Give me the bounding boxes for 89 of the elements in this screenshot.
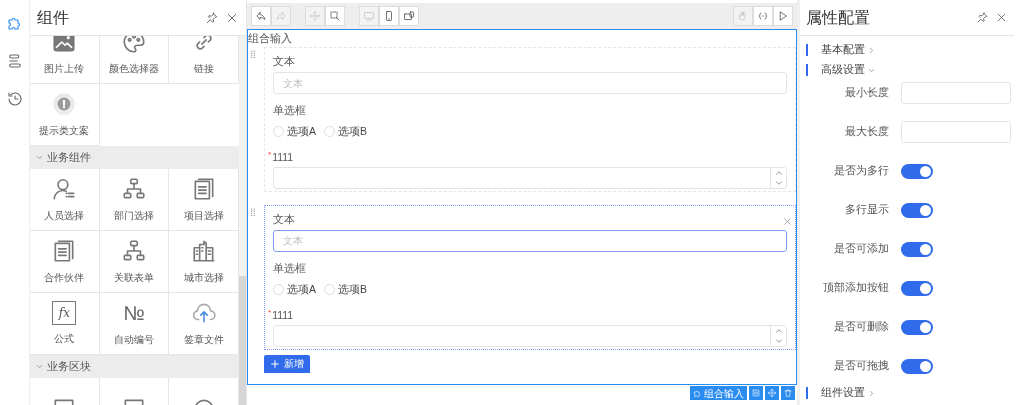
exclamation-icon (51, 91, 78, 117)
toggle-switch[interactable] (901, 358, 933, 374)
text-input[interactable]: 文本 (273, 229, 787, 252)
field-label: 文本 (273, 54, 296, 69)
toolbar-button[interactable] (399, 6, 419, 26)
section-header[interactable]: 业务区块 (30, 355, 239, 378)
component-title: 组合输入 (248, 31, 293, 46)
component-tile[interactable]: 城市选择 (169, 231, 239, 293)
component-tile[interactable]: 项目选择 (169, 169, 239, 231)
repeat-group[interactable]: 文本 文本 单选框 选项A 选项B *1111 (264, 204, 796, 350)
section-header[interactable]: 基本配置 (800, 40, 1024, 60)
panel-title: 属性配置 (806, 7, 870, 28)
toggle-switch[interactable] (901, 280, 933, 296)
person-icon (51, 176, 78, 202)
toolbar-button[interactable] (325, 6, 345, 26)
component-tile[interactable]: 链接 (169, 36, 239, 84)
property-label: 是否可删除 (833, 319, 889, 335)
close-icon (995, 11, 1008, 24)
phone-icon (383, 10, 395, 22)
property-label: 最小长度 (844, 85, 889, 101)
component-tile[interactable]: 合作伙伴 (30, 231, 100, 293)
repeat-group[interactable]: 文本 文本 单选框 选项A 选项B *1111 (264, 47, 796, 192)
close-icon (782, 215, 793, 227)
required-mark: * (268, 149, 272, 160)
toggle-switch[interactable] (901, 241, 933, 257)
tag-action-button[interactable] (765, 386, 779, 400)
property-label: 多行显示 (844, 202, 889, 218)
form-icon (751, 388, 761, 398)
property-label: 是否可添加 (833, 241, 889, 257)
field-label: 单选框 (273, 260, 307, 276)
hand-icon (737, 10, 749, 22)
component-tile[interactable]: 关联表单 (99, 231, 170, 293)
buildings-icon (190, 238, 217, 264)
history-icon (5, 90, 24, 108)
property-label: 顶部添加按钮 (822, 280, 889, 296)
section-header[interactable]: 业务组件 (30, 146, 239, 169)
move-icon (309, 10, 321, 22)
selection-icon (329, 10, 341, 22)
section-header[interactable]: 高级设置 (800, 60, 1024, 80)
radio-option[interactable]: 选项A (273, 124, 316, 140)
toggle-switch[interactable] (901, 319, 933, 335)
component-tile[interactable]: 人员选择 (30, 169, 100, 231)
drag-handle-icon (248, 49, 258, 59)
number-input[interactable] (273, 324, 787, 347)
drag-handle-icon (248, 206, 258, 217)
palette-icon (121, 36, 147, 55)
number-input[interactable] (273, 166, 787, 189)
radio-option[interactable]: 选项B (324, 281, 368, 298)
property-label: 是否为多行 (833, 163, 889, 179)
toolbar-button[interactable] (379, 6, 399, 26)
trash-icon (783, 388, 793, 398)
radio-option[interactable]: 选项A (273, 281, 316, 298)
toggle-switch[interactable] (901, 202, 933, 218)
play-icon (777, 10, 789, 22)
component-tile[interactable]: 部门选择 (99, 169, 170, 231)
component-tile[interactable]: 图片上传 (30, 36, 100, 84)
close-button[interactable] (782, 215, 793, 227)
property-label: 最大长度 (844, 124, 889, 140)
pin-icon (205, 10, 219, 25)
chevron-right-icon (867, 388, 876, 398)
tag-action-button[interactable] (749, 386, 763, 400)
chevron-down-icon (35, 362, 44, 371)
plus-icon (270, 358, 280, 369)
scrollbar-thumb[interactable] (239, 276, 246, 405)
field-label: 单选框 (273, 103, 307, 118)
chevron-down-icon (35, 153, 44, 162)
property-label: 是否可拖拽 (833, 358, 889, 374)
panel-title: 组件 (37, 7, 69, 28)
component-tile[interactable]: 颜色选择器 (99, 36, 170, 84)
required-mark: * (268, 307, 272, 318)
undo-icon (255, 10, 267, 22)
numero-icon: № (123, 300, 145, 326)
braces-icon (757, 10, 769, 22)
formula-icon: fx (52, 301, 77, 325)
puzzle-icon (693, 388, 702, 398)
tag-action-button[interactable] (781, 386, 795, 400)
toolbar-button[interactable] (773, 6, 793, 26)
chevron-right-icon (867, 45, 876, 55)
section-header[interactable]: 组件设置 (800, 383, 1024, 403)
redo-icon (275, 10, 287, 22)
monitor-icon (363, 10, 375, 22)
tablet-icon (403, 10, 415, 22)
move-icon (767, 388, 777, 398)
radio-option[interactable]: 选项B (324, 124, 368, 140)
toolbar-button[interactable] (251, 6, 271, 26)
add-button[interactable]: 新增 (264, 354, 310, 373)
toggle-switch[interactable] (901, 163, 933, 179)
field-label: 文本 (273, 211, 296, 227)
pin-icon (976, 11, 989, 24)
